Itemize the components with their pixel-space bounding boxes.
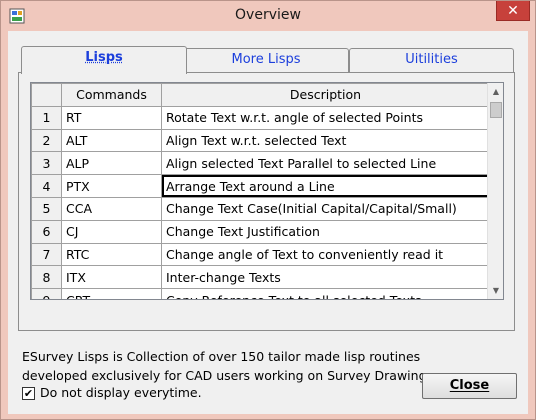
commands-grid[interactable]: Commands Description 1 RT Rotate Text w.r.… <box>30 82 504 300</box>
window-title: Overview <box>235 7 301 23</box>
tab-panel: Commands Description 1 RT Rotate Text w.r.… <box>18 72 515 331</box>
description-header[interactable]: Description <box>161 83 490 107</box>
description-cell[interactable]: Arrange Text around a Line <box>161 174 490 198</box>
description-text: ESurvey Lisps is Collection of over 150 … <box>22 349 438 383</box>
row-number-cell[interactable]: 2 <box>31 128 62 153</box>
command-cell[interactable]: CCA <box>61 196 162 221</box>
vertical-scrollbar[interactable]: ▲ ▼ <box>487 83 503 299</box>
tab-label: Uitilities <box>405 52 458 67</box>
close-button[interactable]: Close <box>422 373 517 399</box>
tab-utilities[interactable]: Uitilities <box>349 48 514 72</box>
description-cell[interactable]: Rotate Text w.r.t. angle of selected Poi… <box>161 105 490 130</box>
command-cell[interactable]: ITX <box>61 265 162 290</box>
command-cell[interactable]: CRT <box>61 288 162 299</box>
table-row[interactable]: 6 CJ Change Text Justification <box>31 219 490 244</box>
command-cell[interactable]: RTC <box>61 242 162 267</box>
table-row[interactable]: 9CRTCopy Reference Text to all selected … <box>31 288 490 299</box>
description-cell[interactable]: Change Text Justification <box>161 219 490 244</box>
scroll-down-icon[interactable]: ▼ <box>488 282 503 299</box>
description-cell[interactable]: Change angle of Text to conveniently rea… <box>161 242 490 267</box>
scroll-up-icon[interactable]: ▲ <box>488 83 503 100</box>
row-number-cell[interactable]: 5 <box>31 196 62 221</box>
row-number-cell[interactable]: 9 <box>31 288 62 299</box>
description-cell[interactable]: Align Text w.r.t. selected Text <box>161 128 490 153</box>
tab-label: Lisps <box>85 50 123 65</box>
tab-lisps[interactable]: Lisps <box>21 46 187 74</box>
row-number-cell[interactable]: 8 <box>31 265 62 290</box>
table-row[interactable]: 2 ALT Align Text w.r.t. selected Text <box>31 128 490 153</box>
table-row[interactable]: 8 ITX Inter-change Texts <box>31 265 490 290</box>
window-close-icon[interactable]: ✕ <box>496 1 530 21</box>
command-cell[interactable]: ALT <box>61 128 162 153</box>
tab-more-lisps[interactable]: More Lisps <box>183 48 349 72</box>
description-cell[interactable]: Change Text Case(Initial Capital/Capital… <box>161 196 490 221</box>
command-cell[interactable]: ALP <box>61 151 162 176</box>
title-bar[interactable]: Overview ✕ <box>1 1 535 31</box>
row-number-cell[interactable]: 6 <box>31 219 62 244</box>
description-cell[interactable]: Align selected Text Parallel to selected… <box>161 151 490 176</box>
tab-label: More Lisps <box>231 52 301 67</box>
row-number-cell[interactable]: 7 <box>31 242 62 267</box>
row-number-cell[interactable]: 3 <box>31 151 62 176</box>
header-row: Commands Description <box>31 83 490 107</box>
row-number-cell[interactable]: 1 <box>31 105 62 130</box>
close-button-label: Close <box>449 378 490 393</box>
commands-header[interactable]: Commands <box>61 83 162 107</box>
command-cell[interactable]: CJ <box>61 219 162 244</box>
row-number-cell[interactable]: 4 <box>31 174 62 198</box>
table-row[interactable]: 7 RTC Change angle of Text to conveniently… <box>31 242 490 267</box>
table-row[interactable]: 3 ALP Align selected Text Parallel to sele… <box>31 151 490 176</box>
command-cell[interactable]: RT <box>61 105 162 130</box>
commands-table: Commands Description 1 RT Rotate Text w.r.… <box>31 83 490 299</box>
description-cell[interactable]: Copy Reference Text to all selected Text… <box>161 288 490 299</box>
checkbox-label[interactable]: Do not display everytime. <box>40 385 202 400</box>
overview-window: Overview ✕ Lisps More Lisps Uitilities C… <box>0 0 536 420</box>
table-row[interactable]: 1 RT Rotate Text w.r.t. angle of selected … <box>31 105 490 130</box>
scroll-thumb[interactable] <box>490 102 502 118</box>
table-row[interactable]: 4 PTX Arrange Text around a Line <box>31 174 490 198</box>
description-cell[interactable]: Inter-change Texts <box>161 265 490 290</box>
row-number-header <box>31 83 62 107</box>
command-cell[interactable]: PTX <box>61 174 162 198</box>
checkbox-check-icon[interactable]: ✔ <box>22 387 35 400</box>
dialog-client: Lisps More Lisps Uitilities Commands Des… <box>8 31 528 414</box>
table-row[interactable]: 5 CCA Change Text Case(Initial Capital/Cap… <box>31 196 490 221</box>
